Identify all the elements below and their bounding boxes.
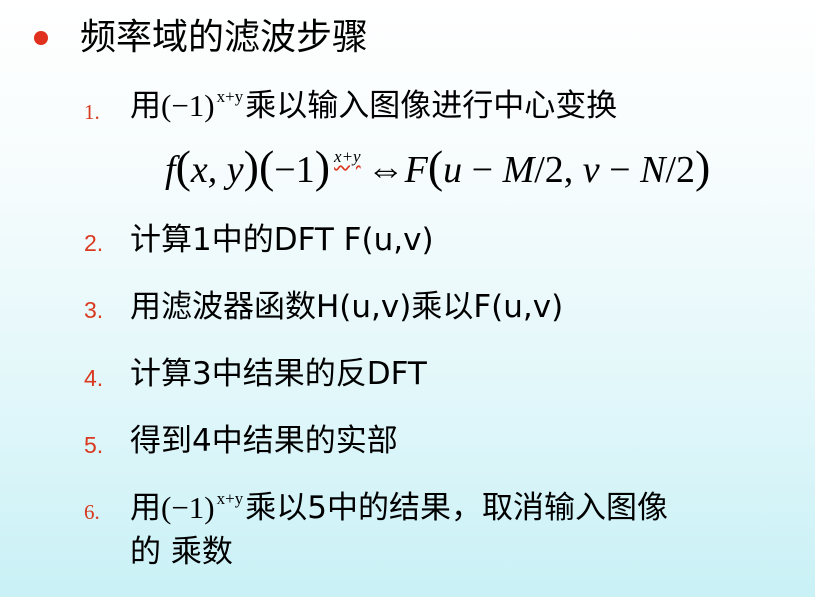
step-1: 用(−1) x+y乘以输入图像进行中心变换 — [130, 84, 617, 133]
step-1-text: 乘以输入图像进行中心变换 — [245, 88, 618, 124]
step-3-number: 3. — [84, 297, 104, 323]
formula-exponent: x+y — [334, 147, 361, 166]
formula-div-2: /2 — [665, 149, 696, 191]
step-6-text-line2: 的 乘数 — [130, 534, 233, 570]
step-6: 用(−1) x+y乘以5中的结果，取消输入图像 — [130, 486, 668, 535]
step-1-pre: 用 — [130, 88, 161, 123]
centering-formula: f(x, y)(−1) x+y ⇔F(u − M/2, v − N/2) — [165, 141, 711, 192]
step-6-sup: x+y — [216, 489, 244, 508]
formula-F: F — [404, 149, 428, 191]
formula-minus-1: − — [462, 149, 503, 191]
formula-args: x, y — [190, 149, 244, 191]
title-bullet-icon — [34, 31, 48, 45]
step-5-text: 得到4中结果的实部 — [130, 423, 398, 459]
step-1-sup: x+y — [216, 87, 244, 106]
step-1-number: 1. — [84, 100, 100, 124]
step-6-expr: (−1) — [161, 490, 215, 525]
formula-base: −1 — [274, 149, 315, 191]
step-2-number: 2. — [84, 230, 104, 256]
step-2-text: 计算1中的DFT F(u,v) — [130, 222, 434, 258]
formula-minus-2: − — [599, 149, 641, 191]
step-6-text: 乘以5中的结果，取消输入图像 — [245, 490, 668, 526]
step-4-number: 4. — [84, 365, 104, 391]
step-4-text: 计算3中结果的反DFT — [130, 356, 427, 392]
formula-u: u — [443, 149, 463, 191]
formula-div-1: /2, — [534, 149, 583, 191]
slide-title: 频率域的滤波步骤 — [80, 17, 369, 58]
step-5-number: 5. — [84, 432, 104, 458]
step-1-expr: (−1) — [161, 88, 215, 123]
formula-arrow: ⇔ — [366, 149, 405, 191]
formula-N: N — [640, 149, 666, 191]
step-3-text: 用滤波器函数H(u,v)乘以F(u,v) — [130, 289, 564, 325]
formula-v: v — [582, 149, 600, 191]
step-6-pre: 用 — [130, 490, 161, 525]
formula-f: f — [165, 149, 176, 191]
formula-M: M — [502, 149, 535, 191]
step-6-number: 6. — [84, 500, 100, 524]
